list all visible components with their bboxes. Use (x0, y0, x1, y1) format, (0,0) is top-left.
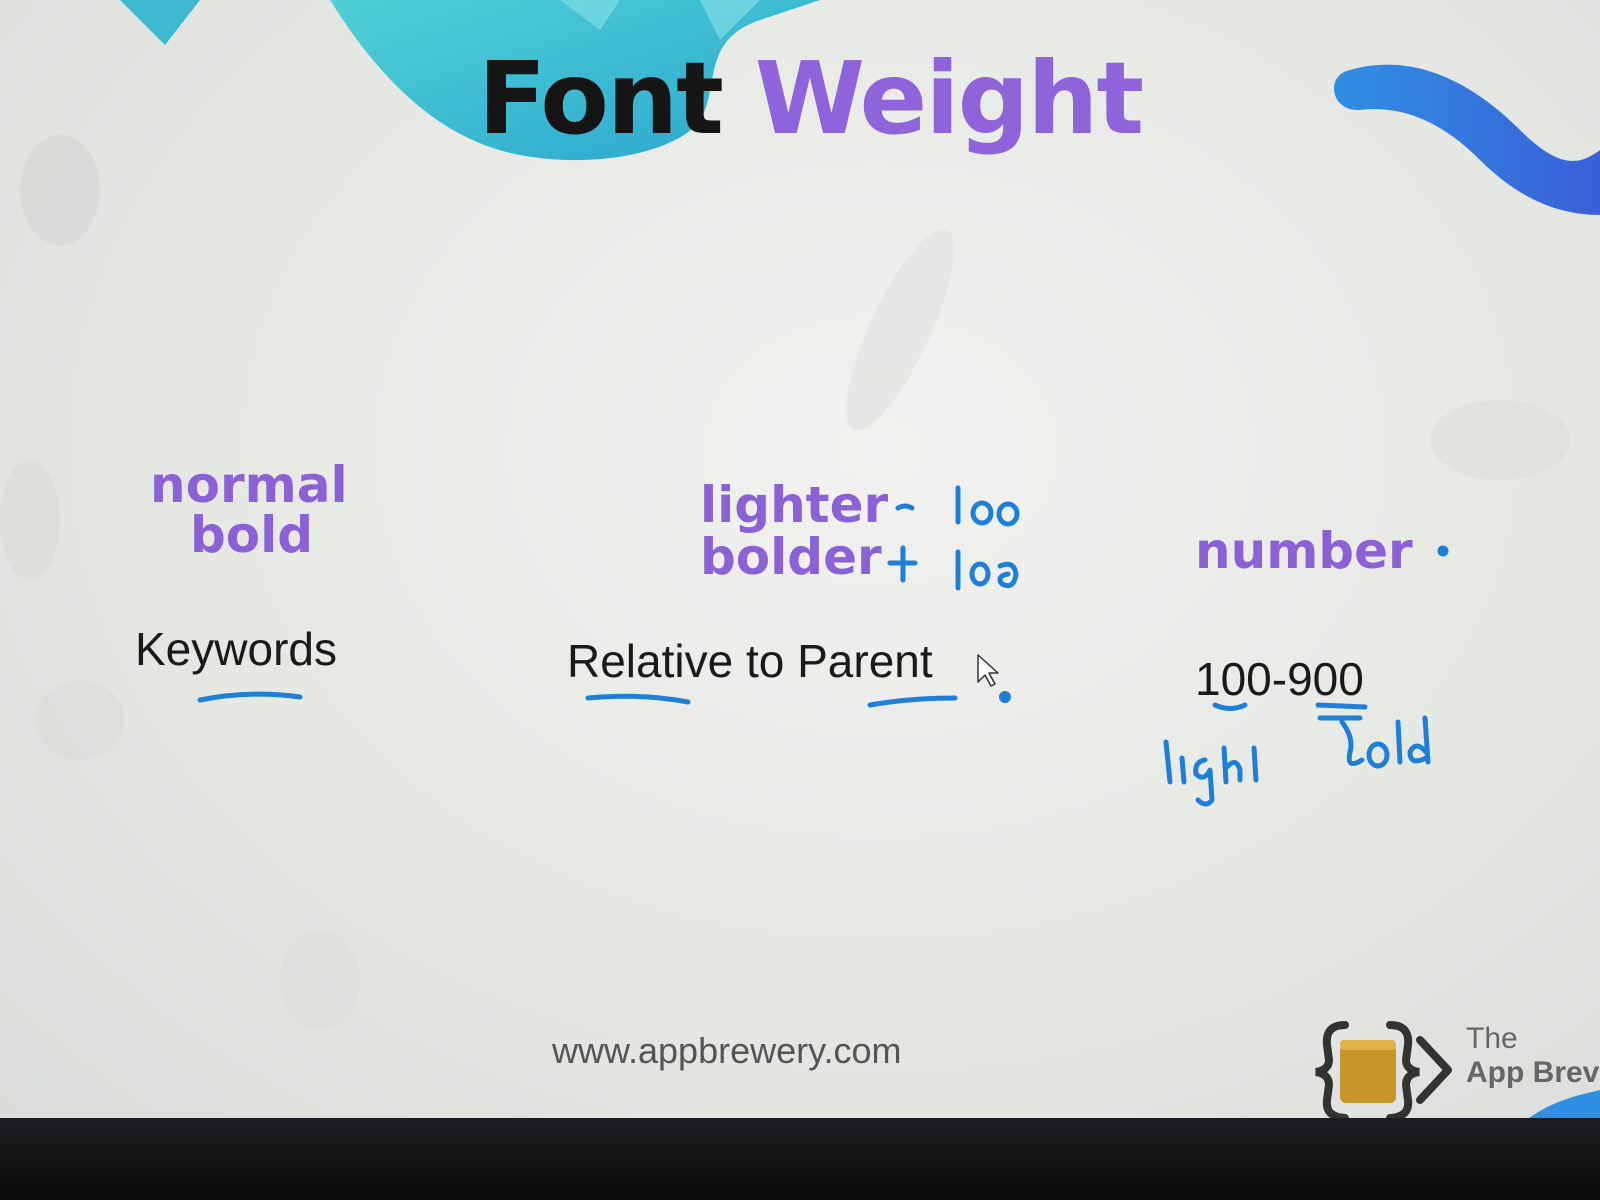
logo-wordmark: The App Brev (1466, 1022, 1599, 1090)
monitor-bezel (0, 1118, 1600, 1200)
logo-line-the: The (1466, 1022, 1518, 1055)
slide-screen: Font Weight normal bold Keywords lighter… (0, 0, 1600, 1125)
logo-line-app-brewery: App Brev (1466, 1056, 1600, 1089)
app-brewery-logo-icon (1315, 1021, 1452, 1122)
